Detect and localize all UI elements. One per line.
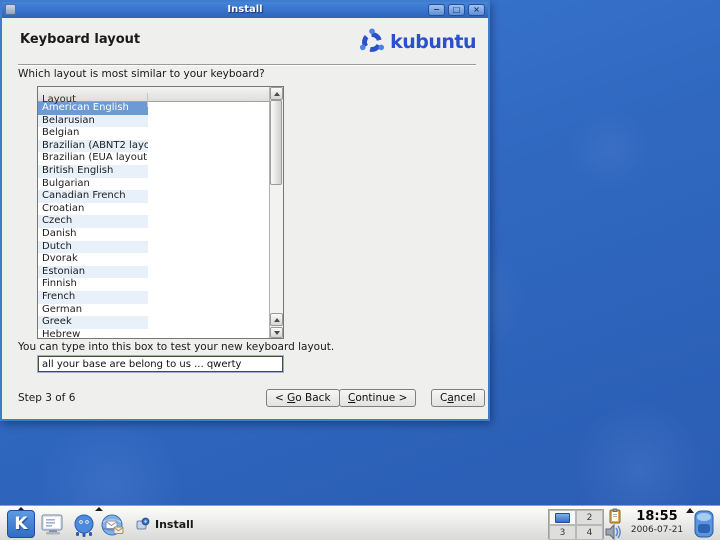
kubuntu-logo-icon <box>360 28 385 52</box>
window-titlebar[interactable]: Install − □ × <box>2 2 488 18</box>
pager-desktop-4[interactable]: 4 <box>576 525 603 540</box>
layout-list-item[interactable]: Estonian <box>38 265 269 279</box>
test-box-hint: You can type into this box to test your … <box>18 341 335 353</box>
kmenu-button[interactable]: K <box>7 510 35 538</box>
step-indicator: Step 3 of 6 <box>18 392 76 404</box>
layout-list-item[interactable]: Croatian <box>38 202 269 216</box>
window-title: Install <box>227 4 263 15</box>
layout-list-item[interactable]: Dutch <box>38 240 269 254</box>
scroll-down-icon[interactable] <box>270 327 283 338</box>
keyboard-test-input[interactable] <box>37 355 284 373</box>
layout-question: Which layout is most similar to your key… <box>18 68 265 80</box>
layout-list-item[interactable]: Hebrew <box>38 328 269 338</box>
layout-column-header[interactable]: Layout <box>38 93 148 107</box>
pager-desktop-2[interactable]: 2 <box>576 510 603 525</box>
maximize-icon[interactable]: □ <box>448 4 465 16</box>
device-notifier-icon[interactable] <box>692 510 716 538</box>
cancel-button[interactable]: Cancel <box>431 389 485 407</box>
klipper-icon[interactable] <box>607 508 623 524</box>
minimize-icon[interactable]: − <box>428 4 445 16</box>
layout-list-item[interactable]: Brazilian (ABNT2 layout) <box>38 139 269 153</box>
layout-list-item[interactable]: Czech <box>38 215 269 228</box>
pager-active-window <box>555 512 570 523</box>
desktop: Install − □ × Keyboard layout kubuntu Wh… <box>0 0 720 540</box>
layout-list[interactable]: Layout American English Belarusian Belgian… <box>37 86 284 339</box>
volume-icon[interactable] <box>604 524 622 540</box>
kubuntu-logo: kubuntu <box>358 28 476 56</box>
layout-list-item[interactable]: Bulgarian <box>38 177 269 191</box>
layout-list-item[interactable]: Belarusian <box>38 114 269 128</box>
task-label: Install <box>155 517 194 531</box>
layout-list-body[interactable]: American English Belarusian Belgian Brazili… <box>38 102 269 338</box>
layout-list-item[interactable]: French <box>38 290 269 304</box>
kubuntu-logo-text: kubuntu <box>390 31 476 53</box>
kontact-icon[interactable] <box>100 512 126 538</box>
scroll-up-icon[interactable] <box>270 87 283 100</box>
clock-date: 2006-07-21 <box>630 525 684 535</box>
scrollbar-track[interactable] <box>270 100 283 313</box>
system-menu-popup-arrow <box>95 507 103 511</box>
system-menu-icon[interactable] <box>40 512 66 538</box>
header-separator <box>18 64 476 66</box>
pager-desktop-3[interactable]: 3 <box>549 525 576 540</box>
clock-time: 18:55 <box>636 509 678 524</box>
layout-list-item[interactable]: Belgian <box>38 127 269 140</box>
pager: 234 <box>548 509 604 540</box>
taskbar-task-install[interactable]: Install <box>130 512 200 536</box>
layout-list-item[interactable]: Finnish <box>38 278 269 291</box>
layout-list-item[interactable]: British English <box>38 164 269 178</box>
install-window: Install − □ × Keyboard layout kubuntu Wh… <box>0 0 490 421</box>
continue-button[interactable]: Continue > <box>339 389 417 407</box>
layout-list-item[interactable]: German <box>38 303 269 317</box>
scrollbar-thumb[interactable] <box>270 100 282 185</box>
layout-list-item[interactable]: Dvorak <box>38 253 269 266</box>
layout-list-header[interactable]: Layout <box>38 87 269 107</box>
page-title: Keyboard layout <box>20 32 141 47</box>
konqueror-icon[interactable] <box>71 512 97 538</box>
layout-list-item[interactable]: Greek <box>38 316 269 329</box>
layout-list-item[interactable]: Canadian French <box>38 190 269 203</box>
pager-desktop-1[interactable] <box>549 510 576 525</box>
install-task-icon <box>136 517 150 530</box>
go-back-button[interactable]: < Go Back <box>266 389 340 407</box>
layout-list-scrollbar[interactable] <box>269 87 283 338</box>
scroll-up2-icon[interactable] <box>270 313 283 326</box>
window-icon <box>5 4 16 15</box>
layout-list-item[interactable]: Brazilian (EUA layout) <box>38 152 269 165</box>
clock[interactable]: 18:55 2006-07-21 <box>628 509 686 536</box>
layout-list-item[interactable]: Danish <box>38 227 269 241</box>
taskbar: K Install 2 3 4 18:55 2006-07-21 <box>0 505 720 540</box>
close-icon[interactable]: × <box>468 4 485 16</box>
